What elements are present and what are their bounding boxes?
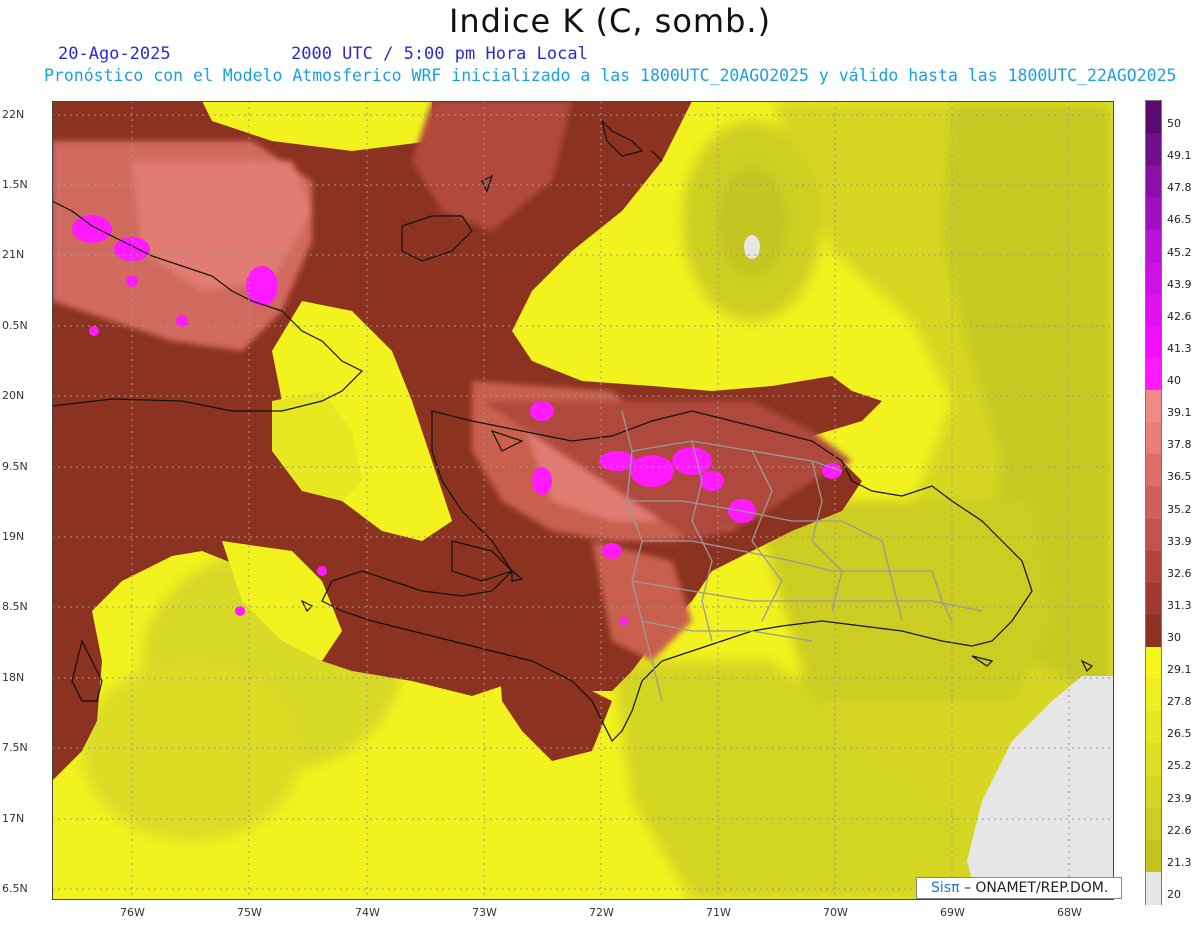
color-scale-label: 31.3: [1167, 598, 1192, 612]
lon-label: 74W: [355, 906, 380, 919]
color-scale-swatch: [1146, 614, 1161, 648]
credit-box: Sisπ – ONAMET/REP.DOM.: [916, 877, 1122, 899]
lat-label: 8.5N: [2, 600, 28, 613]
color-scale-bar: [1145, 100, 1162, 905]
color-scale-swatch: [1146, 422, 1161, 455]
lon-label: 73W: [472, 906, 497, 919]
color-scale-swatch: [1146, 325, 1161, 359]
forecast-date: 20-Ago-2025: [58, 44, 171, 64]
color-scale-label: 46.5: [1167, 213, 1192, 227]
color-scale-swatch: [1146, 647, 1161, 680]
lon-label: 76W: [120, 906, 145, 919]
color-scale-swatch: [1146, 293, 1161, 327]
color-scale-label: 37.8: [1167, 438, 1192, 452]
color-scale-label: 35.2: [1167, 502, 1192, 516]
color-scale-label: 39.1: [1167, 406, 1192, 420]
color-scale-label: 49.1: [1167, 149, 1192, 163]
lat-label: 17N: [2, 812, 25, 825]
lat-label: 0.5N: [2, 319, 28, 332]
color-scale-swatch: [1146, 518, 1161, 552]
color-scale-swatch: [1146, 101, 1161, 134]
credit-text: – ONAMET/REP.DOM.: [959, 880, 1109, 896]
color-scale-swatch: [1146, 711, 1161, 744]
lat-label: 7.5N: [2, 741, 28, 754]
lat-label: 22N: [2, 108, 25, 121]
color-scale-label: 40: [1167, 374, 1181, 388]
color-scale-label: 43.9: [1167, 277, 1192, 291]
color-scale-label: 20: [1167, 887, 1181, 901]
color-scale-swatch: [1146, 454, 1161, 488]
color-scale-swatch: [1146, 871, 1161, 905]
lon-label: 72W: [589, 906, 614, 919]
color-scale-swatch: [1146, 165, 1161, 198]
lon-label: 68W: [1057, 906, 1082, 919]
lat-label: 20N: [2, 389, 25, 402]
k-index-map: [52, 101, 1114, 900]
color-scale-label: 50: [1167, 117, 1181, 131]
color-scale-label: 27.8: [1167, 695, 1192, 709]
color-scale-swatch: [1146, 550, 1161, 584]
lon-label: 71W: [706, 906, 731, 919]
color-scale-swatch: [1146, 390, 1161, 423]
lat-label: 21N: [2, 248, 25, 261]
color-scale-swatch: [1146, 839, 1161, 873]
color-scale-label: 32.6: [1167, 566, 1192, 580]
lat-label: 9.5N: [2, 460, 28, 473]
lat-label: 1.5N: [2, 178, 28, 191]
color-scale-label: 25.2: [1167, 759, 1192, 773]
lat-label: 18N: [2, 671, 25, 684]
color-scale-label: 23.9: [1167, 791, 1192, 805]
color-scale-swatch: [1146, 486, 1161, 520]
color-scale-label: 42.6: [1167, 309, 1192, 323]
color-scale-label: 45.2: [1167, 245, 1192, 259]
forecast-time: 2000 UTC / 5:00 pm Hora Local: [291, 44, 588, 64]
lon-label: 69W: [940, 906, 965, 919]
color-scale-label: 47.8: [1167, 181, 1192, 195]
color-scale-label: 22.6: [1167, 823, 1192, 837]
color-scale-label: 30: [1167, 630, 1181, 644]
color-scale-swatch: [1146, 197, 1161, 231]
color-scale-label: 21.3: [1167, 855, 1192, 869]
credit-brand: Sisπ: [931, 880, 960, 896]
color-scale-label: 41.3: [1167, 341, 1192, 355]
lat-label: 19N: [2, 530, 25, 543]
lon-label: 75W: [237, 906, 262, 919]
map-area[interactable]: [52, 101, 1114, 900]
forecast-description: Pronóstico con el Modelo Atmosferico WRF…: [44, 66, 1177, 85]
color-scale-swatch: [1146, 229, 1161, 263]
color-scale-swatch: [1146, 357, 1161, 391]
color-scale-label: 36.5: [1167, 470, 1192, 484]
color-scale-swatch: [1146, 743, 1161, 777]
color-scale-swatch: [1146, 133, 1161, 166]
lat-label: 6.5N: [2, 882, 28, 895]
color-scale-label: 26.5: [1167, 727, 1192, 741]
color-scale-label: 29.1: [1167, 663, 1192, 677]
color-scale-label: 33.9: [1167, 534, 1192, 548]
lon-label: 70W: [823, 906, 848, 919]
color-scale-swatch: [1146, 582, 1161, 616]
color-scale-swatch: [1146, 775, 1161, 809]
color-scale-swatch: [1146, 807, 1161, 841]
map-title: Indice K (C, somb.): [448, 2, 772, 40]
color-scale-swatch: [1146, 679, 1161, 712]
color-scale-swatch: [1146, 261, 1161, 295]
